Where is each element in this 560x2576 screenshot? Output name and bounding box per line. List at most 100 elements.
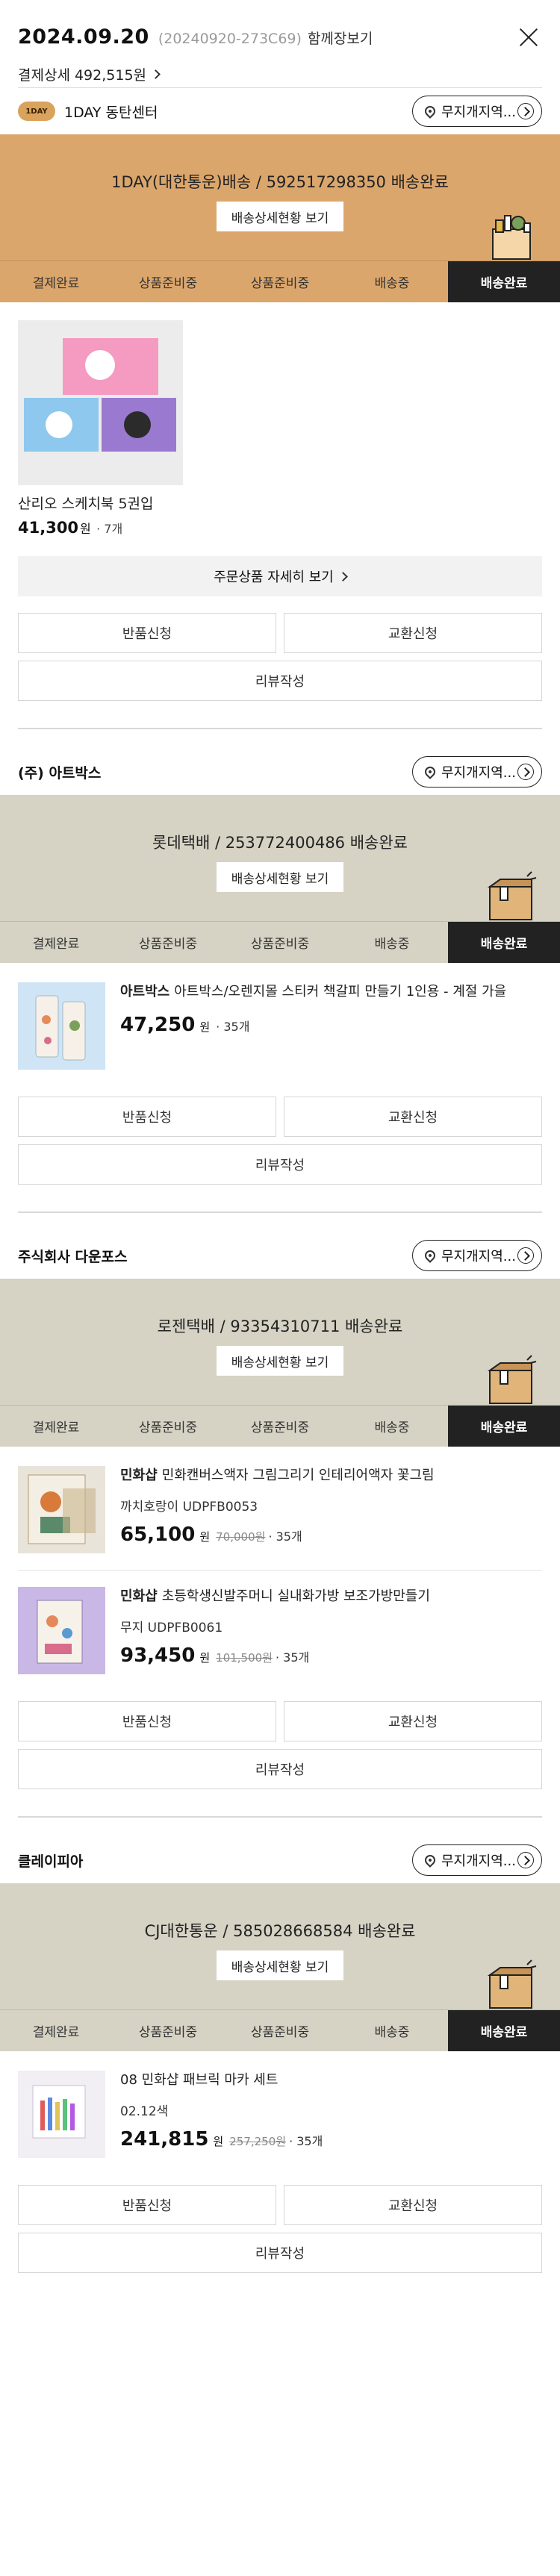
list-item[interactable]: 08 민화샵 패브릭 마카 세트 02.12색 241,815 원 257,25… [18,2051,542,2174]
track-detail-button[interactable]: 배송상세현황 보기 [217,202,343,231]
step-paid: 결제완료 [32,2025,80,2040]
delivery-steps: 결제완료 상품준비중 상품준비중 배송중 배송완료 [0,1405,560,1447]
item-original-price: 101,500원 [216,1651,273,1665]
item-qty: · 35개 [268,1529,302,1544]
close-icon[interactable] [515,24,542,51]
list-item[interactable]: 민화샵 초등학생신발주머니 실내화가방 보조가방만들기 무지 UDPFB0061 … [18,1571,542,1691]
step-shipping: 배송중 [374,2025,410,2040]
return-button[interactable]: 반품신청 [18,613,276,653]
item-original-price: 257,250원 [229,2135,287,2149]
section-divider [18,1211,542,1213]
item-title: 민화캔버스액자 그림그리기 인테리어액자 꽃그림 [161,1468,435,1483]
canvas-frame-illustration [18,1466,105,1553]
step-preparing: 상품준비중 [250,2025,310,2040]
step-shipping: 배송중 [374,937,410,952]
seller-name: 클레이피아 [18,1853,84,1870]
product-price-row: 41,300 원 · 7개 [18,519,542,537]
item-price-row: 65,100 원 70,000원 · 35개 [120,1524,542,1546]
track-detail-button[interactable]: 배송상세현황 보기 [217,1346,343,1376]
review-button[interactable]: 리뷰작성 [18,1749,542,1789]
step-delivered: 배송완료 [448,261,560,302]
order-title-row: 2024.09.20 (20240920-273C69) 함께장보기 [18,25,373,49]
order-header: 2024.09.20 (20240920-273C69) 함께장보기 결제상세 … [0,0,560,138]
carrier-info: CJ대한통운 / 585028668584 배송완료 [144,1922,416,1940]
product-image [18,1466,105,1553]
exchange-button[interactable]: 교환신청 [284,1097,542,1137]
rainbow-area-button[interactable]: 무지개지역... [412,1240,542,1271]
product-price: 41,300 [18,519,79,537]
order-number: (20240920-273C69) [158,31,302,47]
product-image [18,982,105,1070]
item-body: 민화샵 초등학생신발주머니 실내화가방 보조가방만들기 무지 UDPFB0061 … [120,1587,542,1674]
seller-products: 08 민화샵 패브릭 마카 세트 02.12색 241,815 원 257,25… [0,2051,560,2273]
item-brand: 아트박스 [120,984,170,999]
review-button[interactable]: 리뷰작성 [18,2233,542,2273]
delivery-steps: 결제완료 상품준비중 상품준비중 배송중 배송완료 [0,921,560,963]
review-button[interactable]: 리뷰작성 [18,1144,542,1185]
item-original-price: 70,000원 [216,1530,266,1544]
shipping-banner: 롯데택배 / 253772400486 배송완료 배송상세현황 보기 결제완료 … [0,795,560,963]
action-buttons: 반품신청 교환신청 [18,1097,542,1137]
rainbow-area-button[interactable]: 무지개지역... [412,1844,542,1876]
list-item[interactable]: 민화샵 민화캔버스액자 그림그리기 인테리어액자 꽃그림 까치호랑이 UDPFB0… [18,1447,542,1570]
seller-products: 아트박스 아트박스/오렌지몰 스티커 책갈피 만들기 1인용 - 계절 가을 47… [0,963,560,1185]
item-title: 08 민화샵 패브릭 마카 세트 [120,2072,279,2088]
action-buttons: 반품신청 교환신청 [18,2185,542,2225]
chevron-right-icon [151,69,161,79]
track-detail-button[interactable]: 배송상세현황 보기 [217,862,343,892]
order-detail-label: 주문상품 자세히 보기 [214,570,334,585]
item-body: 08 민화샵 패브릭 마카 세트 02.12색 241,815 원 257,25… [120,2071,542,2158]
rainbow-area-label: 무지개지역... [441,105,516,120]
item-brand: 민화샵 [120,1468,158,1483]
item-title: 아트박스/오렌지몰 스티커 책갈피 만들기 1인용 - 계절 가을 [174,984,507,999]
order-detail-button[interactable]: 주문상품 자세히 보기 [18,556,542,596]
rainbow-area-button[interactable]: 무지개지역... [412,96,542,127]
product-image [18,2071,105,2158]
list-item[interactable]: 아트박스 아트박스/오렌지몰 스티커 책갈피 만들기 1인용 - 계절 가을 47… [18,963,542,1086]
pay-detail-link[interactable]: 결제상세 492,515원 [18,64,161,84]
section-divider [18,1816,542,1818]
exchange-button[interactable]: 교환신청 [284,2185,542,2225]
rainbow-area-button[interactable]: 무지개지역... [412,756,542,788]
pay-detail-label: 결제상세 492,515원 [18,67,147,84]
currency: 원 [199,1651,211,1665]
seller-logo: 1DAY [18,102,55,121]
shopping-bag-icon [492,215,531,260]
item-price: 93,450 [120,1644,196,1668]
track-detail-button[interactable]: 배송상세현황 보기 [217,1950,343,1980]
item-qty: · 35개 [276,1650,310,1665]
item-price: 47,250 [120,1014,196,1037]
step-paid: 결제완료 [32,937,80,952]
seller-products: 민화샵 민화캔버스액자 그림그리기 인테리어액자 꽃그림 까치호랑이 UDPFB0… [0,1447,560,1789]
step-delivered: 배송완료 [448,1406,560,1447]
step-delivered: 배송완료 [448,2010,560,2051]
seller-products: 산리오 스케치북 5권입 41,300 원 · 7개 주문상품 자세히 보기 반품… [0,320,560,701]
product-image[interactable] [18,320,183,485]
return-button[interactable]: 반품신청 [18,2185,276,2225]
step-paid: 결제완료 [32,1420,80,1435]
review-button[interactable]: 리뷰작성 [18,661,542,701]
currency: 원 [80,522,91,536]
product-qty: · 7개 [96,522,123,536]
item-option: 무지 UDPFB0061 [120,1621,223,1636]
box-icon [487,1959,537,2009]
order-date: 2024.09.20 [18,25,149,49]
item-price: 241,815 [120,2128,209,2151]
seller-row: 주식회사 다운포스 무지개지역... [0,1232,560,1279]
seller-name: 1DAY 동탄센터 [64,104,158,121]
item-qty: · 35개 [216,1020,250,1035]
return-button[interactable]: 반품신청 [18,1097,276,1137]
exchange-button[interactable]: 교환신청 [284,1701,542,1741]
exchange-button[interactable]: 교환신청 [284,613,542,653]
currency: 원 [199,1020,211,1035]
rainbow-area-label: 무지개지역... [441,765,516,781]
item-brand: 민화샵 [120,1588,158,1604]
rainbow-area-label: 무지개지역... [441,1249,516,1264]
step-delivered: 배송완료 [448,922,560,963]
currency: 원 [213,2135,224,2149]
chevron-right-icon [337,571,348,581]
sketchbook-illustration [18,320,183,485]
item-price: 65,100 [120,1524,196,1547]
shipping-banner: 1DAY(대한통운)배송 / 592517298350 배송완료 배송상세현황 … [0,134,560,302]
return-button[interactable]: 반품신청 [18,1701,276,1741]
